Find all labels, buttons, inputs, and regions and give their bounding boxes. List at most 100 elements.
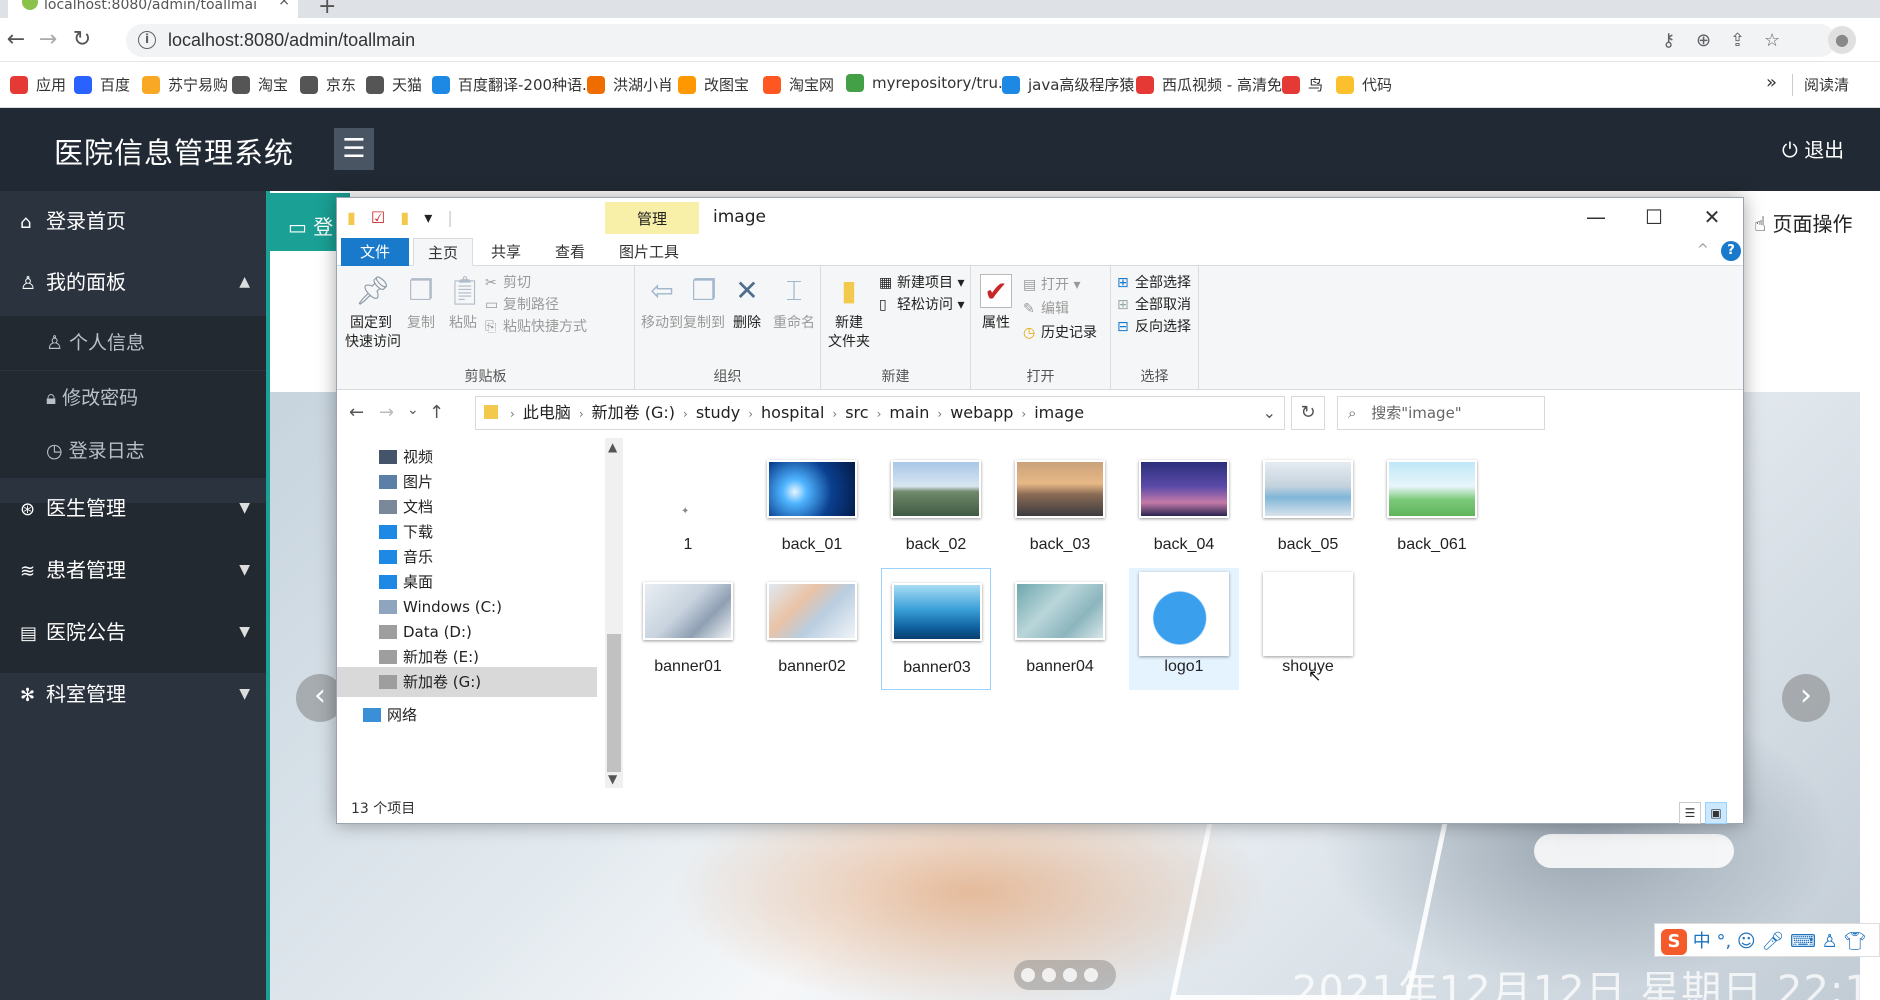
explorer-forward-button[interactable]: → bbox=[379, 402, 394, 423]
carousel-dot[interactable] bbox=[1042, 968, 1056, 982]
breadcrumb-item[interactable]: main bbox=[889, 403, 929, 422]
forward-button[interactable]: → bbox=[34, 26, 62, 54]
file-item[interactable]: banner03 bbox=[881, 568, 991, 690]
bookmark-item[interactable]: 天猫 bbox=[366, 74, 422, 95]
file-item[interactable]: banner01 bbox=[633, 568, 743, 690]
share-icon[interactable]: ⇪ bbox=[1730, 30, 1745, 51]
move-to-button[interactable]: ⇦ 移动到 bbox=[641, 274, 683, 333]
maximize-button[interactable]: ☐ bbox=[1625, 202, 1683, 234]
new-item-button[interactable]: ▦ 新建项目 ▾ bbox=[879, 272, 964, 292]
bookmark-item[interactable]: 西瓜视频 - 高清免... bbox=[1136, 74, 1296, 95]
menu-toggle-button[interactable]: ☰ bbox=[334, 128, 374, 170]
page-operations-button[interactable]: ☝ 页面操作 bbox=[1740, 198, 1880, 250]
tab-file[interactable]: 文件 bbox=[341, 238, 409, 266]
omnibox[interactable]: i localhost:8080/admin/toallmain ⚷ ⊕ ⇪ ☆ bbox=[126, 24, 1836, 57]
tab-home[interactable]: 主页 bbox=[413, 238, 474, 266]
bookmark-item[interactable]: 百度翻译-200种语... bbox=[432, 74, 596, 95]
up-folder-button[interactable]: ↑ bbox=[429, 402, 444, 423]
folder-icon[interactable]: ▮ bbox=[347, 208, 356, 227]
new-tab-button[interactable]: + bbox=[318, 0, 336, 19]
bookmark-item[interactable]: 应用 bbox=[10, 74, 66, 95]
bookmark-item[interactable]: 改图宝 bbox=[678, 74, 749, 95]
carousel-next-button[interactable]: › bbox=[1782, 674, 1830, 722]
carousel-dot[interactable] bbox=[1021, 968, 1035, 982]
large-icons-view-icon[interactable]: ▣ bbox=[1705, 802, 1727, 824]
copy-path-button[interactable]: ▭ 复制路径 bbox=[485, 294, 559, 314]
file-item[interactable]: back_04 bbox=[1129, 446, 1239, 568]
properties-button[interactable]: ✔ 属性 bbox=[977, 274, 1015, 333]
recent-locations-button[interactable]: ⌄ bbox=[407, 402, 419, 418]
bookmark-item[interactable]: java高级程序猿 bbox=[1002, 74, 1134, 95]
scrollbar-thumb[interactable] bbox=[607, 634, 621, 772]
copy-button[interactable]: ❐ 复制 bbox=[401, 274, 441, 333]
reload-button[interactable]: ↻ bbox=[68, 26, 96, 54]
bookmark-item[interactable]: 百度 bbox=[74, 74, 130, 95]
bookmark-item[interactable]: 洪湖小肖 bbox=[587, 74, 673, 95]
sidebar-item-doctors[interactable]: ⊛ 医生管理 ▼ bbox=[0, 478, 266, 538]
file-item[interactable]: banner02 bbox=[757, 568, 867, 690]
sidebar-item-login-log[interactable]: ◷ 登录日志 bbox=[0, 424, 266, 478]
paste-button[interactable]: 📋︎ 粘贴 bbox=[443, 274, 483, 333]
bookmarks-overflow-button[interactable]: » bbox=[1766, 72, 1777, 93]
bookmark-item[interactable]: 淘宝网 bbox=[763, 74, 834, 95]
logout-button[interactable]: ⏻ 退出 bbox=[1782, 134, 1844, 163]
scroll-down-icon[interactable]: ▼ bbox=[608, 772, 617, 786]
delete-button[interactable]: ✕ 删除 bbox=[729, 274, 765, 333]
bookmark-item[interactable]: 苏宁易购 bbox=[142, 74, 228, 95]
reading-list-button[interactable]: 阅读清 bbox=[1804, 74, 1849, 95]
bookmark-item[interactable]: 淘宝 bbox=[232, 74, 288, 95]
bookmark-item[interactable]: 鸟 bbox=[1282, 74, 1323, 95]
paste-shortcut-button[interactable]: ⎘ 粘贴快捷方式 bbox=[485, 316, 587, 336]
bookmark-item[interactable]: myrepository/tru... bbox=[846, 74, 1012, 92]
sidebar-item-change-password[interactable]: 🔒︎ 修改密码 bbox=[0, 371, 266, 425]
carousel-dots[interactable] bbox=[1014, 960, 1116, 990]
edit-button[interactable]: ✎ 编辑 bbox=[1023, 298, 1069, 318]
back-button[interactable]: ← bbox=[2, 26, 30, 54]
sidebar-item-home[interactable]: ⌂ 登录首页 bbox=[0, 191, 266, 251]
sidebar-item-profile[interactable]: ♙ 个人信息 bbox=[0, 316, 266, 370]
bookmark-item[interactable]: 代码 bbox=[1336, 74, 1392, 95]
ime-toolbar[interactable]: S 中 °, ☺ 🎤︎ ⌨ ♙ 👕︎ bbox=[1654, 923, 1880, 957]
breadcrumb-item[interactable]: image bbox=[1034, 403, 1084, 422]
file-item[interactable]: back_03 bbox=[1005, 446, 1115, 568]
profile-avatar[interactable]: ● bbox=[1828, 26, 1856, 54]
carousel-dot[interactable] bbox=[1063, 968, 1077, 982]
sidebar-item-my-panel[interactable]: ♙ 我的面板 ▲ bbox=[0, 252, 266, 312]
nav-item[interactable]: 新加卷 (G:) bbox=[337, 667, 597, 697]
star-icon[interactable]: ☆ bbox=[1764, 30, 1780, 51]
navigation-scrollbar[interactable]: ▲ ▼ bbox=[605, 438, 623, 788]
carousel-dot[interactable] bbox=[1084, 968, 1098, 982]
easy-access-button[interactable]: ▯ 轻松访问 ▾ bbox=[879, 294, 964, 314]
collapse-ribbon-icon[interactable]: ^ bbox=[1697, 242, 1709, 258]
history-button[interactable]: ◷ 历史记录 bbox=[1023, 322, 1097, 342]
new-folder-button[interactable]: ▮ 新建 文件夹 bbox=[827, 274, 871, 352]
tab-share[interactable]: 共享 bbox=[477, 238, 535, 266]
breadcrumb[interactable]: › 此电脑 › 新加卷 (G:) › study › hospital › src › main › we… bbox=[475, 396, 1285, 430]
file-item[interactable]: back_05 bbox=[1253, 446, 1363, 568]
invert-selection-button[interactable]: ⊟ 反向选择 bbox=[1117, 316, 1191, 336]
breadcrumb-item[interactable]: study bbox=[696, 403, 740, 422]
properties-check-icon[interactable]: ☑ bbox=[371, 208, 385, 227]
file-item[interactable]: ✦ 1 bbox=[633, 446, 743, 568]
breadcrumb-item[interactable]: webapp bbox=[950, 403, 1013, 422]
cut-button[interactable]: ✂ 剪切 bbox=[485, 272, 531, 292]
tab-manage[interactable]: 管理 bbox=[605, 202, 699, 234]
new-folder-icon[interactable]: ▮ bbox=[400, 208, 409, 227]
url-text[interactable]: localhost:8080/admin/toallmain bbox=[168, 30, 415, 51]
breadcrumb-item[interactable]: 新加卷 (G:) bbox=[592, 403, 675, 422]
key-icon[interactable]: ⚷ bbox=[1662, 30, 1675, 51]
pin-quick-access-button[interactable]: 📌︎ 固定到 快速访问 bbox=[345, 274, 401, 352]
close-button[interactable]: ✕ bbox=[1683, 202, 1741, 234]
site-info-icon[interactable]: i bbox=[138, 31, 156, 49]
sidebar-item-departments[interactable]: ✻ 科室管理 ▼ bbox=[0, 664, 266, 724]
nav-item[interactable]: 网络 bbox=[337, 700, 597, 730]
file-item[interactable]: banner04 bbox=[1005, 568, 1115, 690]
tab-view[interactable]: 查看 bbox=[541, 238, 599, 266]
zoom-icon[interactable]: ⊕ bbox=[1696, 30, 1711, 51]
bookmark-item[interactable]: 京东 bbox=[300, 74, 356, 95]
file-item[interactable]: back_061 bbox=[1377, 446, 1487, 568]
select-none-button[interactable]: ⊞ 全部取消 bbox=[1117, 294, 1191, 314]
search-input[interactable]: ⌕ 搜索"image" bbox=[1337, 396, 1545, 430]
sidebar-item-notices[interactable]: ▤ 医院公告 ▼ bbox=[0, 602, 266, 662]
details-view-icon[interactable]: ☰ bbox=[1679, 802, 1701, 824]
